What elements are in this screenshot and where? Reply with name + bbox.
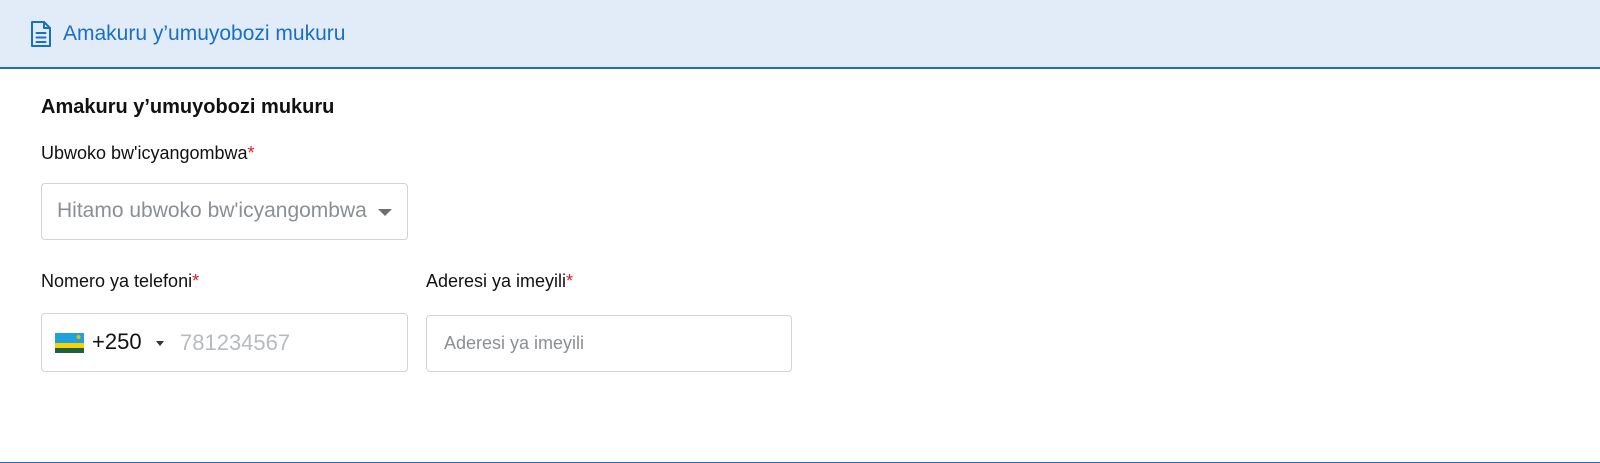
phone-label: Nomero ya telefoni* — [41, 271, 199, 292]
required-mark: * — [247, 143, 255, 163]
phone-field: +250 — [41, 313, 408, 372]
contract-type-label-text: Ubwoko bw'icyangombwa — [41, 143, 248, 163]
caret-down-icon — [378, 209, 392, 216]
required-mark: * — [566, 271, 574, 291]
caret-down-icon[interactable] — [156, 341, 164, 346]
dial-code[interactable]: +250 — [92, 329, 142, 355]
email-label: Aderesi ya imeyili* — [426, 271, 573, 292]
phone-input[interactable] — [180, 328, 390, 358]
contract-type-placeholder: Hitamo ubwoko bw'icyangombwa — [57, 199, 367, 222]
rwanda-flag-icon[interactable] — [55, 333, 84, 353]
email-input[interactable] — [426, 315, 792, 372]
document-icon — [29, 20, 53, 48]
manager-info-panel: Amakuru y’umuyobozi mukuru Amakuru y’umu… — [0, 0, 1600, 463]
panel-header[interactable]: Amakuru y’umuyobozi mukuru — [0, 0, 1600, 69]
contract-type-label: Ubwoko bw'icyangombwa* — [41, 143, 255, 164]
phone-label-text: Nomero ya telefoni — [41, 271, 193, 291]
section-title: Amakuru y’umuyobozi mukuru — [41, 96, 335, 118]
contract-type-select[interactable]: Hitamo ubwoko bw'icyangombwa — [41, 183, 408, 240]
panel-title: Amakuru y’umuyobozi mukuru — [63, 21, 346, 45]
required-mark: * — [192, 271, 200, 291]
email-label-text: Aderesi ya imeyili — [426, 271, 567, 291]
